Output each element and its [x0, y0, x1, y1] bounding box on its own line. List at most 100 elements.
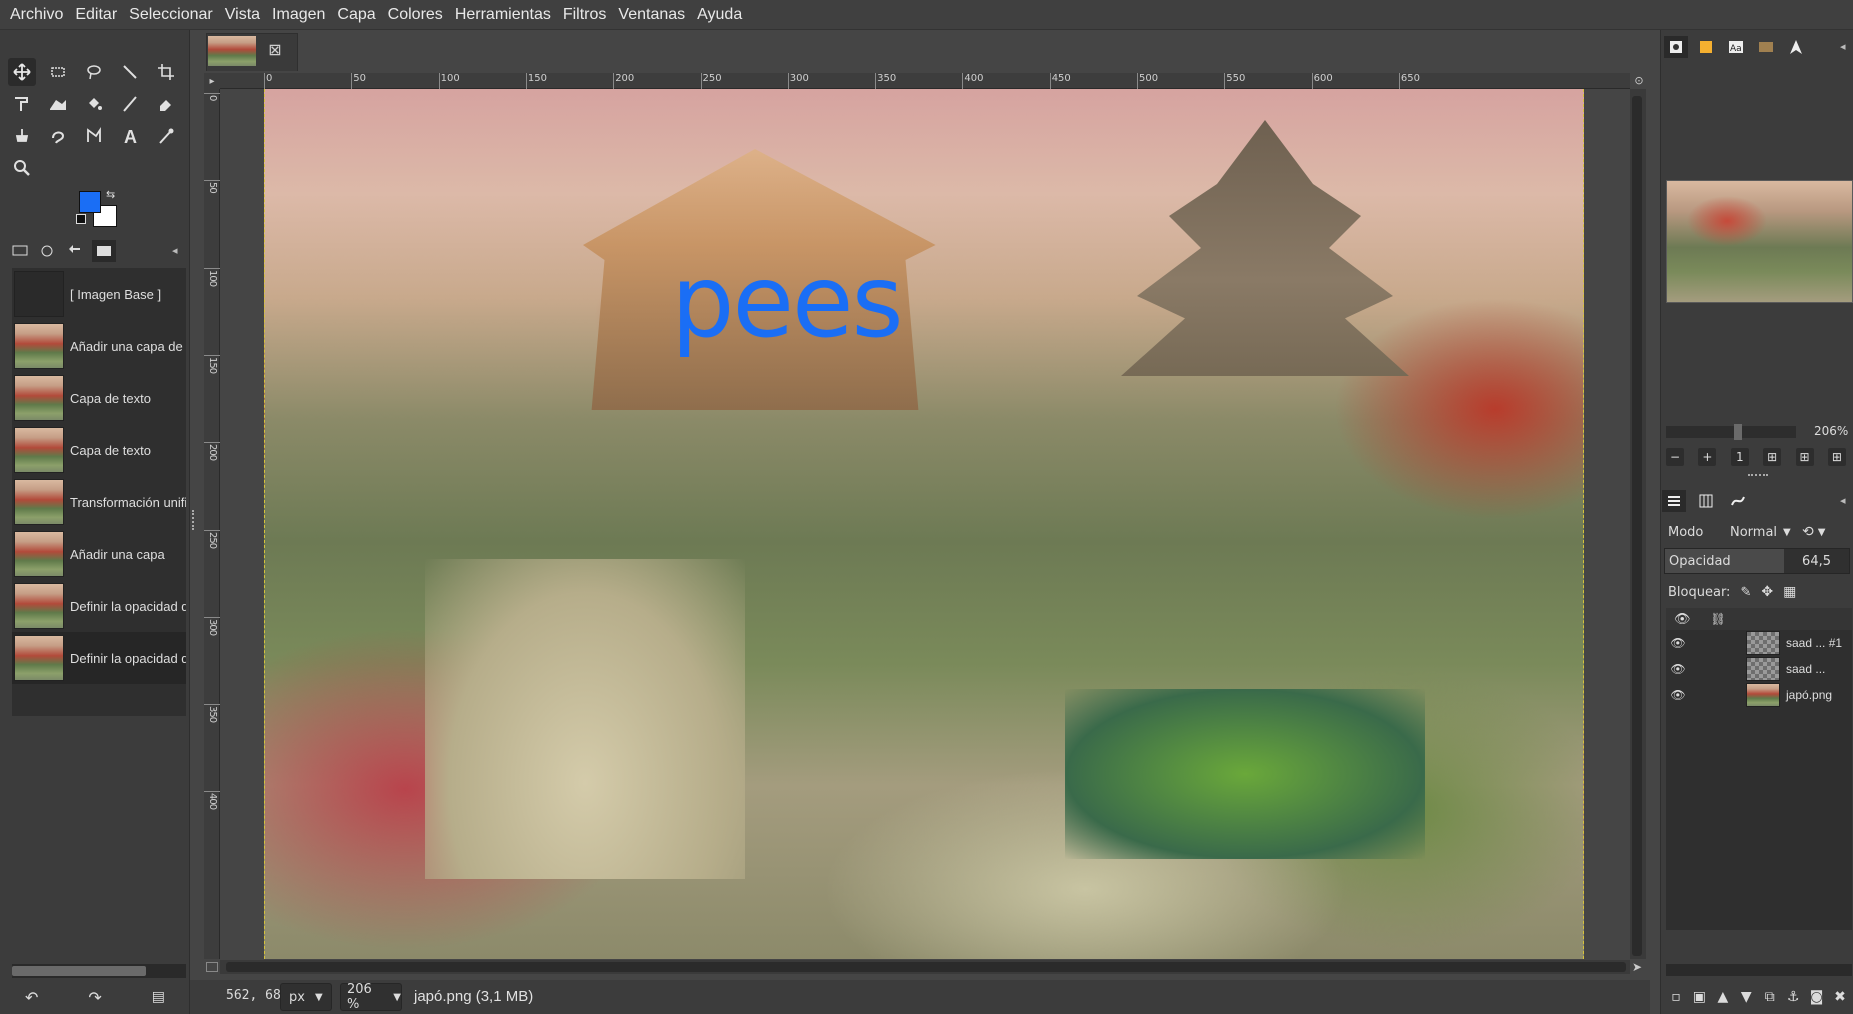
image-canvas[interactable]: pees — [264, 89, 1584, 959]
fuzzy-select-tool-icon[interactable] — [116, 58, 144, 86]
history-item[interactable]: Añadir una capa de te — [12, 320, 186, 372]
opacity-value[interactable]: 64,5 — [1802, 554, 1849, 569]
layers-scrollbar[interactable] — [1666, 964, 1852, 976]
rect-select-tool-icon[interactable] — [44, 58, 72, 86]
zoom-fill-window-icon[interactable]: ⊞ — [1795, 448, 1814, 466]
redo-icon[interactable]: ↷ — [88, 988, 101, 1007]
history-item[interactable]: Transformación unific — [12, 476, 186, 528]
undo-icon[interactable]: ↶ — [25, 988, 38, 1007]
configure-tab-icon[interactable]: ◂ — [172, 244, 178, 257]
history-scrollbar-thumb[interactable] — [12, 966, 146, 976]
new-layer-icon[interactable]: ▫ — [1668, 989, 1684, 1005]
zoom-to-fit-icon[interactable]: ⊙ — [1632, 73, 1646, 87]
eraser-tool-icon[interactable] — [152, 90, 180, 118]
menu-editar[interactable]: Editar — [69, 0, 123, 30]
anchor-layer-icon[interactable]: ⚓ — [1785, 989, 1801, 1005]
swap-colors-icon[interactable]: ⇆ — [106, 188, 115, 201]
channels-tab-icon[interactable] — [1694, 490, 1718, 512]
brushes-tab-icon[interactable] — [1664, 36, 1688, 58]
navigator-zoom-slider-handle[interactable] — [1734, 424, 1742, 440]
shrink-wrap-icon[interactable]: ⊞ — [1827, 448, 1846, 466]
visibility-eye-icon[interactable]: 👁 — [1666, 636, 1690, 650]
menu-ayuda[interactable]: Ayuda — [691, 0, 748, 30]
history-item[interactable]: [ Imagen Base ] — [12, 268, 186, 320]
zoom-fit-window-icon[interactable]: ⊞ — [1763, 448, 1782, 466]
zoom-out-icon[interactable]: − — [1666, 448, 1684, 466]
move-tool-icon[interactable] — [8, 58, 36, 86]
menu-colores[interactable]: Colores — [382, 0, 449, 30]
canvas-horizontal-scrollbar-thumb[interactable] — [226, 962, 1626, 972]
unit-select[interactable]: px ▼ — [280, 983, 332, 1011]
mode-select[interactable]: Normal ▼ — [1724, 520, 1794, 544]
tool-options-tab-icon[interactable] — [8, 240, 32, 262]
lock-position-icon[interactable]: ✥ — [1761, 584, 1773, 600]
bucket-fill-tool-icon[interactable] — [80, 90, 108, 118]
zoom-in-icon[interactable]: + — [1698, 448, 1717, 466]
paths-tab-icon[interactable] — [1726, 490, 1750, 512]
navigate-icon[interactable]: ➤ — [1632, 960, 1648, 976]
raise-layer-icon[interactable]: ▲ — [1715, 989, 1731, 1005]
patterns-tab-icon[interactable] — [1694, 36, 1718, 58]
history-item[interactable]: Capa de texto — [12, 424, 186, 476]
menu-filtros[interactable]: Filtros — [557, 0, 613, 30]
text-tool-icon[interactable]: A — [116, 122, 144, 150]
ruler-corner-icon[interactable]: ▸ — [204, 73, 220, 89]
menu-archivo[interactable]: Archivo — [4, 0, 69, 30]
layer-row[interactable]: 👁 japó.png — [1666, 682, 1852, 708]
new-layer-group-icon[interactable]: ▣ — [1691, 989, 1707, 1005]
layer-mask-icon[interactable]: ◙ — [1809, 989, 1825, 1005]
opacity-slider[interactable]: Opacidad 64,5 — [1664, 548, 1850, 574]
paths-tool-icon[interactable] — [80, 122, 108, 150]
free-select-tool-icon[interactable] — [80, 58, 108, 86]
visibility-eye-icon[interactable]: 👁 — [1666, 662, 1690, 676]
smudge-tool-icon[interactable] — [44, 122, 72, 150]
undo-history-tab-icon[interactable] — [64, 240, 88, 262]
lock-alpha-icon[interactable]: ▦ — [1783, 584, 1796, 600]
configure-tab-icon[interactable]: ◂ — [1840, 40, 1846, 53]
paintbrush-tool-icon[interactable] — [116, 90, 144, 118]
zoom-select[interactable]: 206 % ▼ — [340, 982, 402, 1012]
layer-row[interactable]: 👁 saad ... — [1666, 656, 1852, 682]
lower-layer-icon[interactable]: ▼ — [1738, 989, 1754, 1005]
history-item[interactable]: Definir la opacidad de — [12, 580, 186, 632]
foreground-color-swatch[interactable] — [79, 191, 101, 213]
menu-seleccionar[interactable]: Seleccionar — [123, 0, 219, 30]
dock-resize-handle-right[interactable] — [1748, 474, 1768, 478]
zoom-tool-icon[interactable] — [8, 154, 36, 182]
layers-tab-icon[interactable] — [1662, 490, 1686, 512]
dock-resize-handle-left[interactable] — [192, 510, 196, 530]
navigator-zoom-slider[interactable] — [1666, 426, 1796, 438]
menu-imagen[interactable]: Imagen — [266, 0, 331, 30]
history-item[interactable]: Añadir una capa — [12, 528, 186, 580]
warp-tool-icon[interactable] — [44, 90, 72, 118]
menu-vista[interactable]: Vista — [219, 0, 266, 30]
zoom-one-to-one-icon[interactable]: 1 — [1730, 448, 1749, 466]
clone-tool-icon[interactable] — [8, 122, 36, 150]
default-colors-icon[interactable] — [76, 214, 86, 224]
reset-mode-icon[interactable]: ⟲ — [1802, 524, 1814, 540]
chevron-down-icon[interactable]: ▼ — [1818, 527, 1826, 538]
color-picker-tool-icon[interactable] — [152, 122, 180, 150]
configure-tab-icon[interactable]: ◂ — [1840, 494, 1846, 507]
device-status-tab-icon[interactable] — [36, 240, 60, 262]
clear-history-icon[interactable]: ▤ — [152, 989, 165, 1005]
close-icon[interactable]: ⊠ — [266, 40, 284, 59]
menu-ventanas[interactable]: Ventanas — [612, 0, 691, 30]
menu-herramientas[interactable]: Herramientas — [449, 0, 557, 30]
lock-pixels-icon[interactable]: ✎ — [1740, 585, 1751, 600]
navigator-preview[interactable] — [1666, 180, 1853, 303]
canvas-vertical-scrollbar-thumb[interactable] — [1632, 96, 1642, 956]
history-item[interactable]: Capa de texto — [12, 372, 186, 424]
layer-row[interactable]: 👁 saad ... #1 — [1666, 630, 1852, 656]
unified-transform-tool-icon[interactable] — [8, 90, 36, 118]
delete-layer-icon[interactable]: ✖ — [1832, 989, 1848, 1005]
images-tab-icon[interactable] — [92, 240, 116, 262]
quick-mask-icon[interactable] — [206, 962, 218, 972]
gradients-tab-icon[interactable] — [1754, 36, 1778, 58]
duplicate-layer-icon[interactable]: ⧉ — [1762, 989, 1778, 1005]
navigation-tab-icon[interactable] — [1784, 36, 1808, 58]
fonts-tab-icon[interactable]: Aa — [1724, 36, 1748, 58]
visibility-eye-icon[interactable]: 👁 — [1666, 688, 1690, 702]
history-item[interactable]: Definir la opacidad de — [12, 632, 186, 684]
menu-capa[interactable]: Capa — [331, 0, 381, 30]
